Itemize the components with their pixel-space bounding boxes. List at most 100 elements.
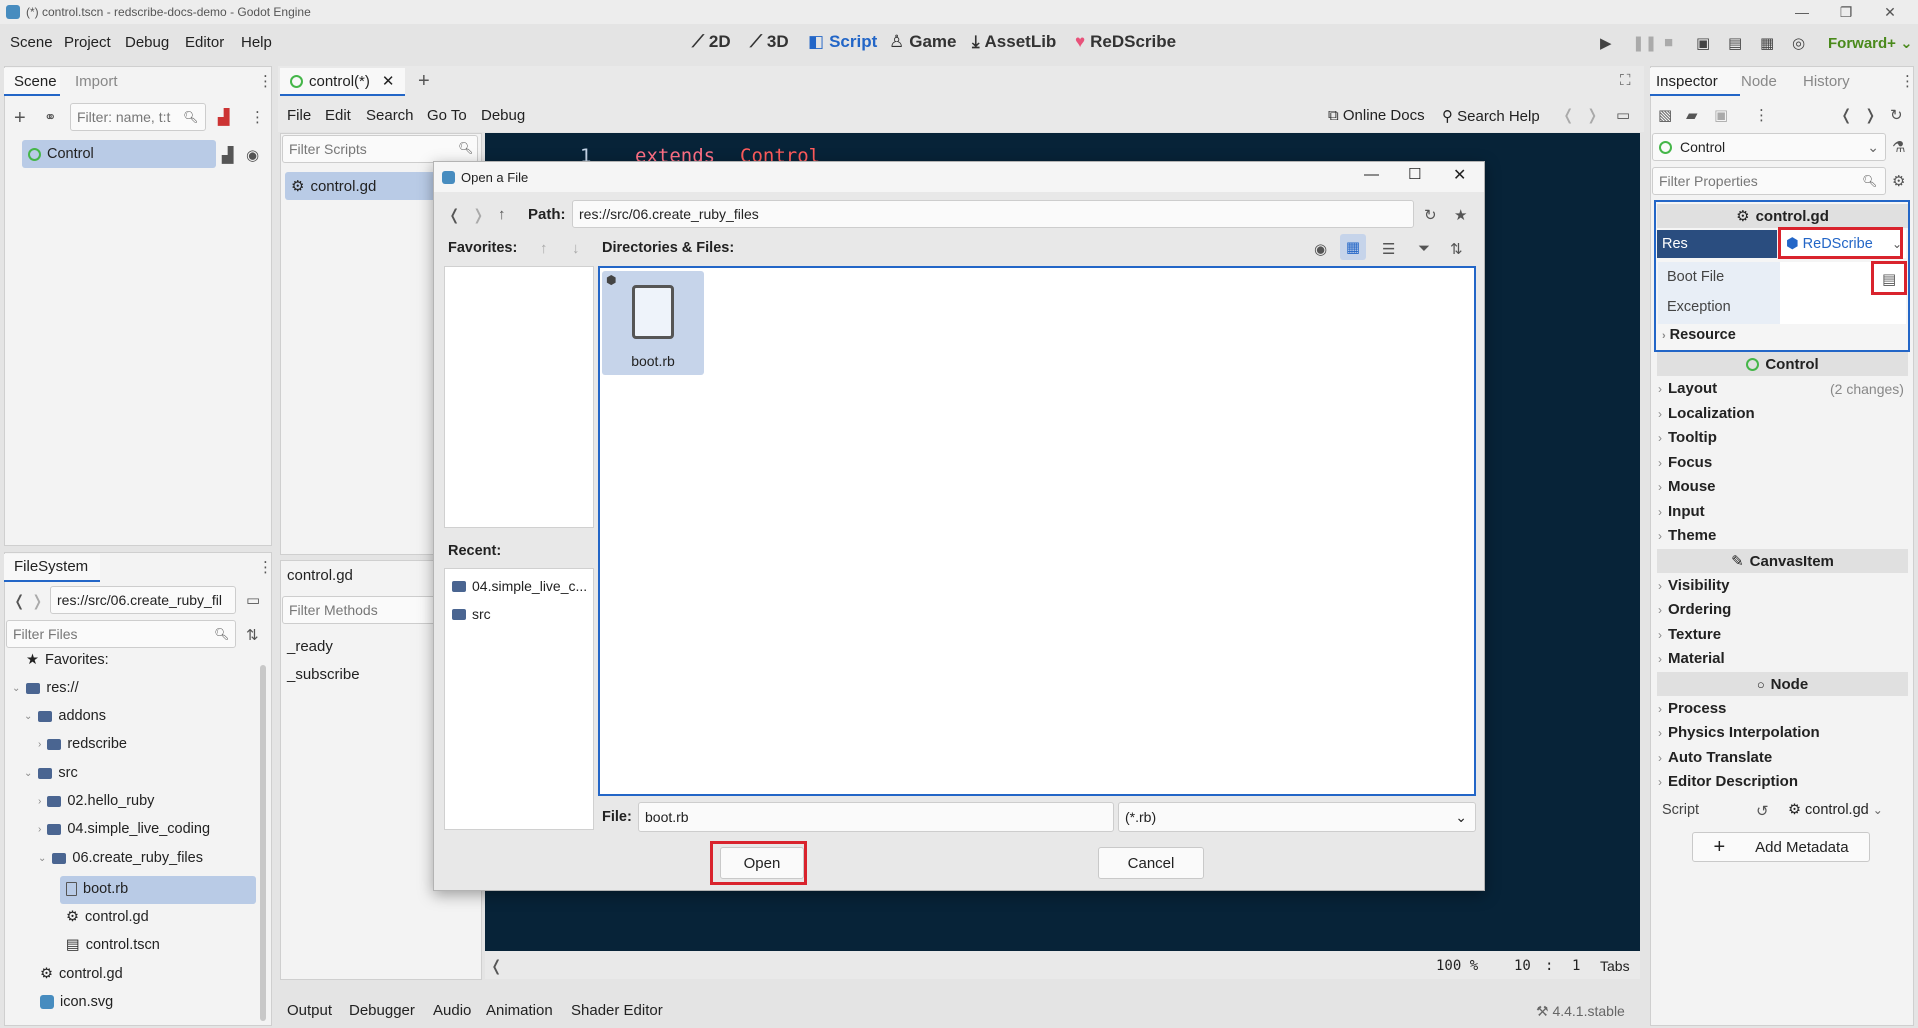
group-material[interactable]: › Material — [1658, 650, 1725, 667]
script-menu-file[interactable]: File — [287, 107, 311, 124]
group-auto-translate[interactable]: › Auto Translate — [1658, 749, 1772, 766]
history-forward-icon[interactable]: ❭ — [1586, 106, 1599, 124]
movie-icon[interactable]: ▤ — [1728, 34, 1742, 52]
indent-mode[interactable]: Tabs — [1600, 958, 1630, 974]
close-tab-icon[interactable]: ✕ — [382, 72, 395, 90]
object-selector[interactable]: Control ⌄ — [1652, 133, 1886, 161]
menu-help[interactable]: Help — [241, 34, 272, 51]
dialog-forward-icon[interactable]: ❭ — [472, 206, 485, 224]
fs-filter-input[interactable]: Filter Files — [6, 620, 236, 648]
group-localization[interactable]: › Localization — [1658, 405, 1755, 422]
fs-item-simple-live-coding[interactable]: › 04.simple_live_coding — [38, 821, 210, 837]
group-physics-interpolation[interactable]: › Physics Interpolation — [1658, 724, 1820, 741]
fs-item-control-tscn[interactable]: ▤ control.tscn — [66, 937, 160, 953]
fs-item-control-gd[interactable]: ⚙ control.gd — [66, 909, 149, 925]
search-help-button[interactable]: ⚲ Search Help — [1442, 107, 1540, 125]
group-ordering[interactable]: › Ordering — [1658, 601, 1731, 618]
dialog-back-icon[interactable]: ❬ — [448, 206, 461, 224]
file-filter-select[interactable]: (*.rb) ⌄ — [1118, 802, 1476, 832]
split-view-icon[interactable]: ▭ — [246, 591, 260, 609]
fs-item-boot-rb[interactable]: boot.rb — [66, 881, 128, 897]
revert-icon[interactable]: ↺ — [1756, 802, 1769, 820]
resource-menu-icon[interactable]: ⋮ — [1754, 106, 1769, 124]
group-editor-description[interactable]: › Editor Description — [1658, 773, 1798, 790]
tab-scene[interactable]: Scene — [14, 73, 57, 90]
favorites-list[interactable] — [444, 266, 594, 528]
cancel-button[interactable]: Cancel — [1098, 847, 1204, 879]
zoom-level[interactable]: 100 % — [1436, 958, 1478, 974]
menu-project[interactable]: Project — [64, 34, 111, 51]
menu-debug[interactable]: Debug — [125, 34, 169, 51]
group-input[interactable]: › Input — [1658, 503, 1705, 520]
inspector-menu-icon[interactable]: ⋮ — [1900, 72, 1915, 90]
group-layout[interactable]: › Layout — [1658, 380, 1717, 397]
open-resource-icon[interactable]: ▰ — [1686, 106, 1698, 124]
bottom-tab-output[interactable]: Output — [287, 1002, 332, 1019]
script-attached-icon[interactable]: ▟ — [222, 146, 234, 164]
list-view-icon[interactable]: ☰ — [1382, 240, 1395, 258]
tab-inspector[interactable]: Inspector — [1656, 73, 1718, 90]
fs-item-addons[interactable]: ⌄ addons — [24, 708, 106, 724]
tab-history[interactable]: History — [1803, 73, 1850, 90]
group-process[interactable]: › Process — [1658, 700, 1726, 717]
fs-item-res[interactable]: ⌄ res:// — [12, 680, 79, 696]
sort-icon[interactable]: ⇅ — [246, 626, 259, 644]
toggle-panel-icon[interactable]: ❬ — [490, 957, 503, 975]
online-docs-link[interactable]: ⧉ Online Docs — [1328, 107, 1425, 124]
run-custom-icon[interactable]: ◎ — [1792, 34, 1805, 52]
close-window-button[interactable]: ✕ — [1868, 0, 1912, 24]
workspace-script[interactable]: ◧ Script — [808, 32, 877, 52]
add-node-icon[interactable]: + — [14, 107, 26, 130]
group-visibility[interactable]: › Visibility — [1658, 577, 1729, 594]
add-metadata-button[interactable]: + Add Metadata — [1692, 832, 1870, 862]
sort-icon[interactable]: ⇅ — [1450, 240, 1463, 258]
group-tooltip[interactable]: › Tooltip — [1658, 429, 1717, 446]
prop-boot-file[interactable]: Boot File — [1667, 269, 1724, 285]
workspace-redscribe[interactable]: ♥ ReDScribe — [1075, 32, 1176, 52]
remote-debug-icon[interactable]: ▣ — [1696, 34, 1710, 52]
dialog-path-input[interactable]: res://src/06.create_ruby_files — [572, 200, 1414, 228]
script-property-value[interactable]: ⚙ control.gd ⌄ — [1788, 802, 1883, 818]
fs-favorites[interactable]: ★ Favorites: — [26, 652, 109, 668]
move-up-icon[interactable]: ↑ — [540, 240, 548, 257]
recent-item-src[interactable]: src — [452, 606, 491, 622]
minimize-button[interactable]: — — [1780, 0, 1824, 24]
workspace-3d[interactable]: ⟋ 3D — [750, 32, 789, 52]
file-name-input[interactable]: boot.rb — [638, 802, 1114, 832]
link-icon[interactable]: ⚭ — [44, 108, 57, 126]
object-tools-icon[interactable]: ⚗ — [1892, 138, 1905, 156]
dock-menu-icon[interactable]: ⋮ — [258, 72, 273, 90]
prev-object-icon[interactable]: ❬ — [1840, 106, 1853, 124]
tab-import[interactable]: Import — [75, 73, 118, 90]
show-hidden-eye-icon[interactable]: ◉ — [1314, 240, 1327, 258]
script-remove-icon[interactable]: ▟ — [218, 108, 230, 126]
menu-editor[interactable]: Editor — [185, 34, 224, 51]
toggle-scripts-panel-icon[interactable]: ▭ — [1616, 106, 1630, 124]
script-menu-search[interactable]: Search — [366, 107, 414, 124]
renderer-select[interactable]: Forward+ ⌄ — [1828, 34, 1913, 52]
filter-properties-input[interactable]: Filter Properties — [1652, 167, 1886, 195]
prop-exception[interactable]: Exception — [1667, 299, 1731, 315]
save-resource-icon[interactable]: ▣ — [1714, 106, 1728, 124]
workspace-2d[interactable]: ⟋ 2D — [692, 32, 731, 52]
fs-item-create-ruby-files[interactable]: ⌄ 06.create_ruby_files — [38, 850, 203, 866]
dialog-minimize-button[interactable]: — — [1364, 166, 1379, 183]
play-icon[interactable]: ▶ — [1600, 34, 1612, 52]
object-history-icon[interactable]: ↻ — [1890, 106, 1903, 124]
filter-scripts-input[interactable]: Filter Scripts — [282, 135, 478, 163]
tab-control-scene[interactable]: control(*) ✕ — [280, 68, 405, 96]
forward-icon[interactable]: ❭ — [31, 592, 44, 610]
new-resource-icon[interactable]: ▧ — [1658, 106, 1672, 124]
fs-scrollbar[interactable] — [260, 665, 266, 1021]
maximize-button[interactable]: ❐ — [1824, 0, 1868, 24]
fs-item-icon-svg[interactable]: icon.svg — [40, 994, 113, 1010]
workspace-assetlib[interactable]: ⤓ AssetLib — [972, 32, 1056, 52]
run-current-icon[interactable]: ▦ — [1760, 34, 1774, 52]
prop-resource[interactable]: › Resource — [1662, 327, 1736, 343]
fs-item-hello-ruby[interactable]: › 02.hello_ruby — [38, 793, 154, 809]
fs-item-src[interactable]: ⌄ src — [24, 765, 78, 781]
bottom-tab-animation[interactable]: Animation — [486, 1002, 553, 1019]
filter-icon[interactable]: ⏷ — [1418, 240, 1430, 257]
menu-scene[interactable]: Scene — [10, 34, 53, 51]
move-down-icon[interactable]: ↓ — [572, 240, 580, 257]
